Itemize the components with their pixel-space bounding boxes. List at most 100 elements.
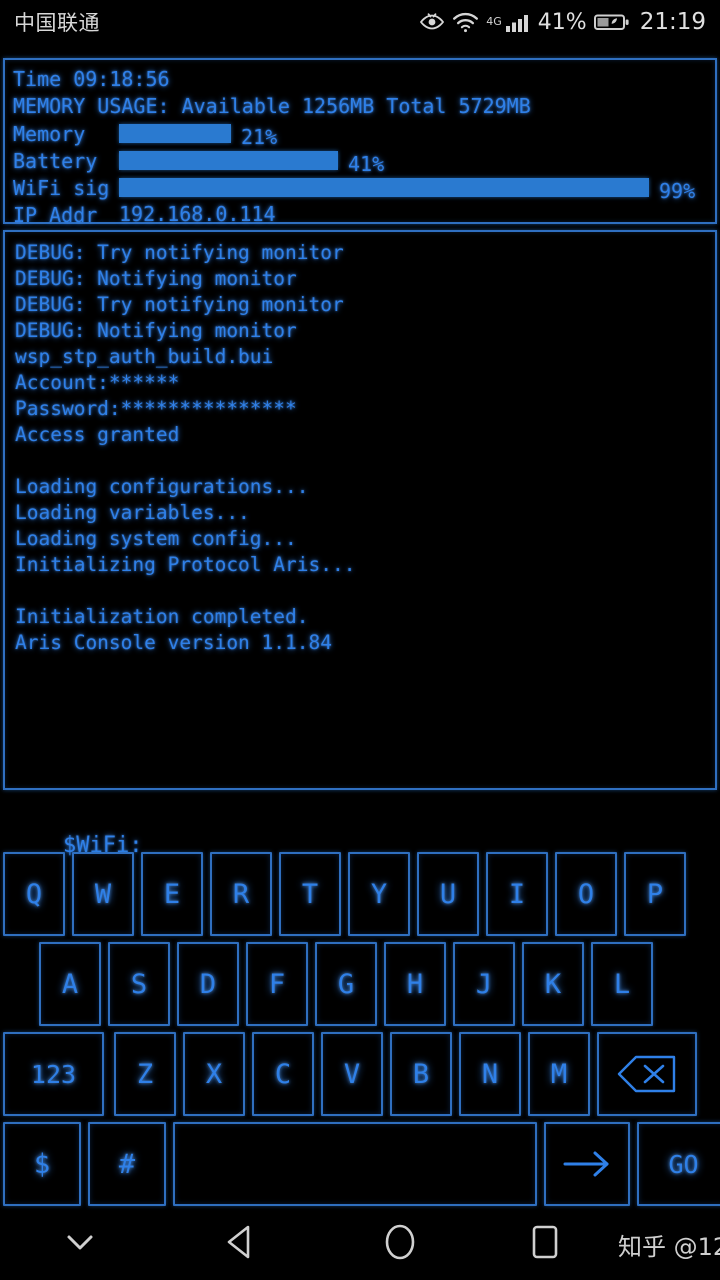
key-b[interactable]: B xyxy=(390,1032,452,1116)
key-c[interactable]: C xyxy=(252,1032,314,1116)
wifi-icon xyxy=(452,11,479,33)
key-t[interactable]: T xyxy=(279,852,341,936)
key-j[interactable]: J xyxy=(453,942,515,1026)
chevron-down-icon xyxy=(60,1228,100,1260)
phone-screen: 中国联通 4G 41% 21:19 Time 09:18:56 MEMORY U… xyxy=(0,0,720,1280)
signal-bars-icon xyxy=(505,11,531,33)
key-h[interactable]: H xyxy=(384,942,446,1026)
android-navigation-bar: 知乎 @121812 xyxy=(0,1208,720,1280)
battery-value: 41% xyxy=(348,152,385,176)
keyboard-row-3: 123 ZXCVBNM xyxy=(0,1032,720,1116)
watermark-label: 知乎 @121812 xyxy=(618,1232,720,1261)
key-z[interactable]: Z xyxy=(114,1032,176,1116)
console-line: Aris Console version 1.1.84 xyxy=(15,631,332,654)
recents-square-icon xyxy=(529,1223,561,1265)
ip-address-value: 192.168.0.114 xyxy=(119,202,276,226)
battery-percent-label: 41% xyxy=(537,9,587,35)
console-line: DEBUG: Notifying monitor xyxy=(15,319,297,342)
arrow-right-icon xyxy=(559,1147,615,1181)
key-u[interactable]: U xyxy=(417,852,479,936)
key-k[interactable]: K xyxy=(522,942,584,1026)
console-line: Account:****** xyxy=(15,371,180,394)
clock-label: 21:19 xyxy=(639,9,706,35)
keyboard-row-4: $ # GO xyxy=(0,1122,720,1206)
key-s[interactable]: S xyxy=(108,942,170,1026)
wifi-value: 99% xyxy=(659,179,696,203)
time-line: Time 09:18:56 xyxy=(13,67,170,91)
console-line: DEBUG: Try notifying monitor xyxy=(15,293,344,316)
memory-value: 21% xyxy=(241,125,278,149)
key-l[interactable]: L xyxy=(591,942,653,1026)
key-r[interactable]: R xyxy=(210,852,272,936)
key-space[interactable] xyxy=(173,1122,537,1206)
wifi-signal-label: WiFi sig xyxy=(13,175,110,200)
back-button[interactable] xyxy=(160,1208,320,1280)
key-w[interactable]: W xyxy=(72,852,134,936)
console-line: wsp_stp_auth_build.bui xyxy=(15,345,274,368)
key-y[interactable]: Y xyxy=(348,852,410,936)
key-e[interactable]: E xyxy=(141,852,203,936)
key-m[interactable]: M xyxy=(528,1032,590,1116)
key-v[interactable]: V xyxy=(321,1032,383,1116)
key-arrow-right[interactable] xyxy=(544,1122,630,1206)
console-line: Loading configurations... xyxy=(15,475,309,498)
key-hash[interactable]: # xyxy=(88,1122,166,1206)
console-line: Loading system config... xyxy=(15,527,297,550)
metric-row-memory: Memory 21% xyxy=(13,120,707,150)
battery-icon xyxy=(593,11,630,33)
metric-row-battery: Battery 41% xyxy=(13,147,707,177)
metric-row-ip: IP Addr 192.168.0.114 xyxy=(13,201,707,228)
console-line: DEBUG: Notifying monitor xyxy=(15,267,297,290)
console-line: Password:*************** xyxy=(15,397,297,420)
key-i[interactable]: I xyxy=(486,852,548,936)
system-status-bar: 中国联通 4G 41% 21:19 xyxy=(0,0,720,44)
system-status-panel: Time 09:18:56 MEMORY USAGE: Available 12… xyxy=(3,58,717,227)
key-g[interactable]: G xyxy=(315,942,377,1026)
console-line: Loading variables... xyxy=(15,501,250,524)
ip-address-label: IP Addr xyxy=(13,202,98,227)
key-d[interactable]: D xyxy=(177,942,239,1026)
carrier-label: 中国联通 xyxy=(14,11,100,35)
key-p[interactable]: P xyxy=(624,852,686,936)
key-a[interactable]: A xyxy=(39,942,101,1026)
key-x[interactable]: X xyxy=(183,1032,245,1116)
memory-label: Memory xyxy=(13,121,86,146)
key-numeric-mode[interactable]: 123 xyxy=(3,1032,104,1116)
console-line: Initialization completed. xyxy=(15,605,309,628)
home-circle-icon xyxy=(382,1222,418,1266)
battery-bar-fill xyxy=(119,151,338,170)
metric-row-wifi: WiFi sig 99% xyxy=(13,174,707,204)
recents-button[interactable] xyxy=(480,1208,610,1280)
console-line: Access granted xyxy=(15,423,180,446)
hide-keyboard-button[interactable] xyxy=(0,1208,160,1280)
wifi-bar-track: 99% xyxy=(119,178,695,203)
network-type-label: 4G xyxy=(486,15,502,28)
console-line: DEBUG: Try notifying monitor xyxy=(15,241,344,264)
key-dollar[interactable]: $ xyxy=(3,1122,81,1206)
on-screen-keyboard[interactable]: QWERTYUIOP ASDFGHJKL 123 ZXCVBNM $ # GO xyxy=(0,852,720,1208)
console-output-panel[interactable]: DEBUG: Try notifying monitor DEBUG: Notif… xyxy=(3,230,717,790)
home-button[interactable] xyxy=(320,1208,480,1280)
status-bar-icons: 4G 41% 21:19 xyxy=(419,9,706,35)
keyboard-row-2: ASDFGHJKL xyxy=(0,942,720,1026)
memory-bar-track: 21% xyxy=(119,124,654,149)
keyboard-row-1: QWERTYUIOP xyxy=(0,852,720,936)
key-q[interactable]: Q xyxy=(3,852,65,936)
battery-label: Battery xyxy=(13,148,98,173)
key-backspace[interactable] xyxy=(597,1032,697,1116)
memory-bar-fill xyxy=(119,124,231,143)
wifi-bar-fill xyxy=(119,178,649,197)
key-n[interactable]: N xyxy=(459,1032,521,1116)
key-go[interactable]: GO xyxy=(637,1122,720,1206)
console-log-list: DEBUG: Try notifying monitor DEBUG: Notif… xyxy=(15,240,707,656)
memory-usage-line: MEMORY USAGE: Available 1256MB Total 572… xyxy=(13,94,531,118)
key-f[interactable]: F xyxy=(246,942,308,1026)
battery-bar-track: 41% xyxy=(119,151,654,176)
eye-care-icon xyxy=(419,11,445,33)
backspace-icon xyxy=(616,1054,678,1094)
console-line: Initializing Protocol Aris... xyxy=(15,553,356,576)
back-triangle-icon xyxy=(223,1224,257,1264)
key-o[interactable]: O xyxy=(555,852,617,936)
